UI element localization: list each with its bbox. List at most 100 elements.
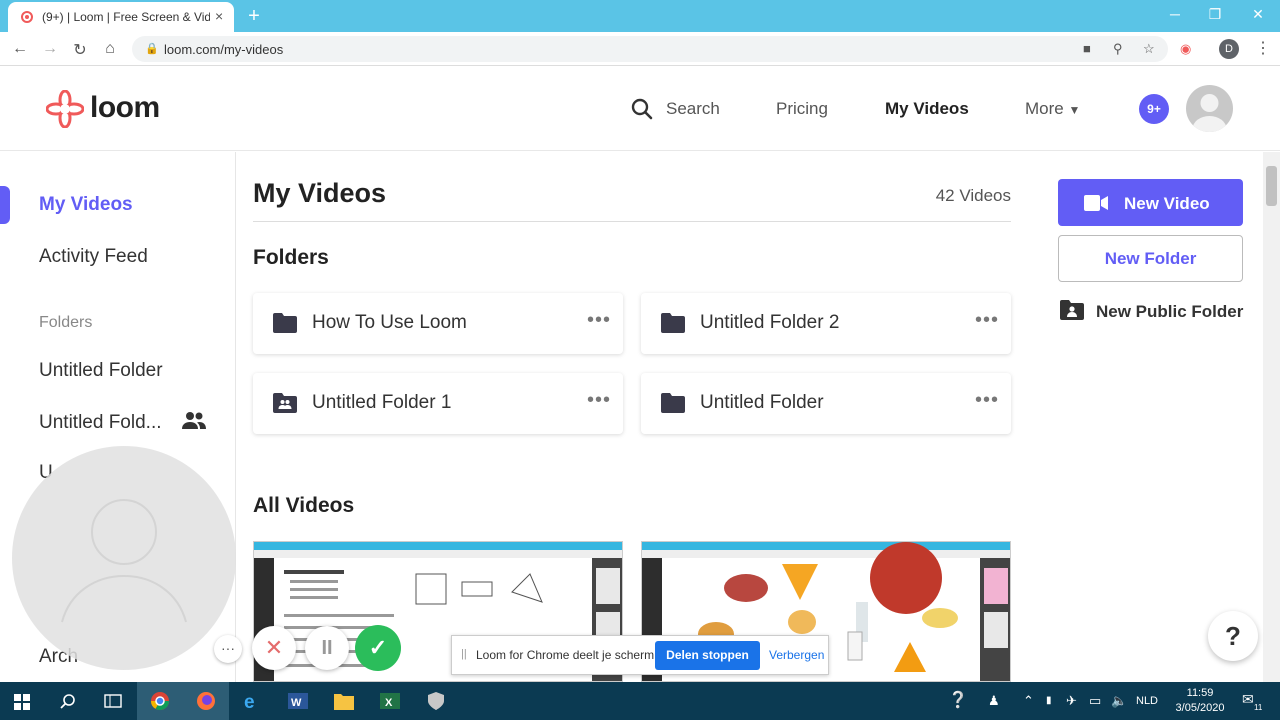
- scrollbar-thumb[interactable]: [1266, 166, 1277, 206]
- folder-more-icon[interactable]: •••: [587, 309, 611, 332]
- folder-card[interactable]: How To Use Loom •••: [253, 293, 623, 354]
- taskbar-excel[interactable]: X: [367, 682, 413, 720]
- svg-text:e: e: [244, 692, 255, 711]
- windows-taskbar: e W X ❔ ♟ ⌃ ▮ ✈ ▭ 🔈 NLD 11:59 3/05/2020 …: [0, 682, 1280, 720]
- windows-start-icon[interactable]: [14, 694, 30, 710]
- active-indicator: [0, 186, 10, 224]
- folder-card[interactable]: Untitled Folder •••: [641, 373, 1011, 434]
- screen-share-notice: || Loom for Chrome deelt je scherm. Dele…: [451, 635, 829, 675]
- taskbar-clock[interactable]: 11:59 3/05/2020: [1170, 686, 1230, 716]
- home-icon[interactable]: ⌂: [100, 40, 120, 58]
- taskbar-explorer[interactable]: [321, 682, 367, 720]
- help-button[interactable]: ?: [1208, 611, 1258, 661]
- webcam-placeholder-icon: [61, 499, 187, 623]
- folder-name: How To Use Loom: [312, 312, 467, 333]
- loom-logo-text[interactable]: loom: [90, 91, 160, 125]
- notifications-tray-icon[interactable]: ✉: [1242, 691, 1254, 708]
- folders-heading: Folders: [253, 246, 329, 269]
- taskbar-app[interactable]: [413, 682, 459, 720]
- site-header: loom Search Pricing My Videos More ▼ 9+: [0, 67, 1280, 151]
- taskbar-edge[interactable]: e: [229, 682, 275, 720]
- new-public-folder-button[interactable]: New Public Folder: [1060, 300, 1243, 325]
- new-video-button[interactable]: New Video: [1058, 179, 1243, 226]
- sidebar-item-folder-shared[interactable]: Untitled Fold...: [39, 412, 162, 434]
- recording-more-button[interactable]: ···: [214, 635, 242, 663]
- sidebar-item-my-videos[interactable]: My Videos: [39, 194, 133, 216]
- recording-cancel-button[interactable]: ✕: [252, 626, 296, 670]
- network-tray-icon[interactable]: ✈: [1066, 693, 1077, 709]
- new-tab-button[interactable]: +: [244, 5, 264, 28]
- battery-tray-icon[interactable]: ▭: [1089, 693, 1101, 709]
- lock-icon: 🔒: [145, 43, 159, 55]
- browser-tab-strip: (9+) | Loom | Free Screen & Video × + ─ …: [0, 0, 1280, 32]
- forward-arrow-icon[interactable]: →: [40, 40, 60, 58]
- loom-extension-icon[interactable]: ◉: [1180, 41, 1191, 57]
- camera-icon[interactable]: ■: [1083, 41, 1091, 56]
- tab-close-icon[interactable]: ×: [215, 8, 223, 24]
- window-restore-button[interactable]: ❐: [1200, 6, 1230, 23]
- language-indicator[interactable]: NLD: [1136, 695, 1158, 707]
- notifications-count: 11: [1254, 703, 1263, 712]
- search-icon[interactable]: [631, 98, 653, 120]
- folder-more-icon[interactable]: •••: [587, 389, 611, 412]
- help-tray-icon[interactable]: ❔: [948, 690, 968, 710]
- profile-avatar[interactable]: D: [1219, 39, 1239, 59]
- sidebar-folders-heading: Folders: [39, 314, 93, 331]
- my-videos-link[interactable]: My Videos: [885, 99, 969, 119]
- ie-icon: e: [244, 692, 255, 713]
- recording-done-button[interactable]: ✓: [355, 625, 401, 671]
- notifications-badge[interactable]: 9+: [1139, 94, 1169, 124]
- tray-chevron-icon[interactable]: ⌃: [1023, 693, 1034, 709]
- back-arrow-icon[interactable]: ←: [10, 40, 30, 58]
- folder-card[interactable]: Untitled Folder 1 •••: [253, 373, 623, 434]
- shared-people-icon: [182, 412, 206, 429]
- folder-more-icon[interactable]: •••: [975, 309, 999, 332]
- loom-logo-icon[interactable]: [46, 90, 84, 128]
- search-link[interactable]: Search: [666, 99, 720, 119]
- folder-more-icon[interactable]: •••: [975, 389, 999, 412]
- chrome-menu-icon[interactable]: ⋮: [1255, 38, 1271, 58]
- stop-sharing-button[interactable]: Delen stoppen: [655, 641, 760, 670]
- sidebar-item-folder[interactable]: Untitled Folder: [39, 360, 163, 382]
- pricing-link[interactable]: Pricing: [776, 99, 828, 119]
- task-view-icon[interactable]: [104, 694, 122, 708]
- folder-card[interactable]: Untitled Folder 2 •••: [641, 293, 1011, 354]
- taskbar-firefox[interactable]: [183, 682, 229, 720]
- browser-tab[interactable]: (9+) | Loom | Free Screen & Video ×: [8, 2, 234, 32]
- webcam-bubble[interactable]: [12, 446, 236, 670]
- more-menu[interactable]: More ▼: [1025, 99, 1080, 119]
- zoom-icon[interactable]: ⚲: [1113, 41, 1123, 57]
- page-scrollbar[interactable]: [1263, 152, 1280, 682]
- reload-icon[interactable]: ↻: [70, 40, 90, 60]
- tab-title: (9+) | Loom | Free Screen & Video: [42, 10, 210, 24]
- folder-icon: [273, 313, 297, 333]
- sidebar-item-activity-feed[interactable]: Activity Feed: [39, 246, 148, 268]
- taskbar-chrome[interactable]: [137, 682, 183, 720]
- taskbar-search-icon[interactable]: [60, 693, 76, 709]
- window-close-button[interactable]: ✕: [1243, 6, 1273, 23]
- loom-favicon-icon: [21, 11, 33, 23]
- recording-pause-button[interactable]: II: [305, 626, 349, 670]
- excel-icon: X: [380, 693, 400, 709]
- share-message: Loom for Chrome deelt je scherm.: [476, 648, 658, 662]
- address-bar[interactable]: 🔒 loom.com/my-videos: [132, 36, 1168, 62]
- clock-time: 11:59: [1186, 687, 1214, 699]
- volume-tray-icon[interactable]: 🔈: [1111, 693, 1127, 709]
- window-minimize-button[interactable]: ─: [1160, 6, 1190, 22]
- user-avatar[interactable]: [1186, 85, 1233, 132]
- new-folder-button[interactable]: New Folder: [1058, 235, 1243, 282]
- taskbar-word[interactable]: W: [275, 682, 321, 720]
- drag-grip-icon[interactable]: ||: [461, 648, 467, 660]
- more-label: More: [1025, 99, 1064, 118]
- people-tray-icon[interactable]: ♟: [988, 693, 1000, 709]
- folder-icon: [661, 393, 685, 413]
- hide-notice-button[interactable]: Verbergen: [769, 648, 824, 662]
- tray-small-icon[interactable]: ▮: [1046, 695, 1052, 706]
- shared-folder-icon: [273, 393, 297, 413]
- page-title: My Videos: [253, 178, 387, 208]
- firefox-icon: [197, 692, 215, 710]
- bookmark-star-icon[interactable]: ☆: [1143, 41, 1155, 57]
- svg-text:X: X: [385, 697, 393, 709]
- url-text: loom.com/my-videos: [164, 42, 284, 57]
- folder-name: Untitled Folder: [700, 392, 824, 413]
